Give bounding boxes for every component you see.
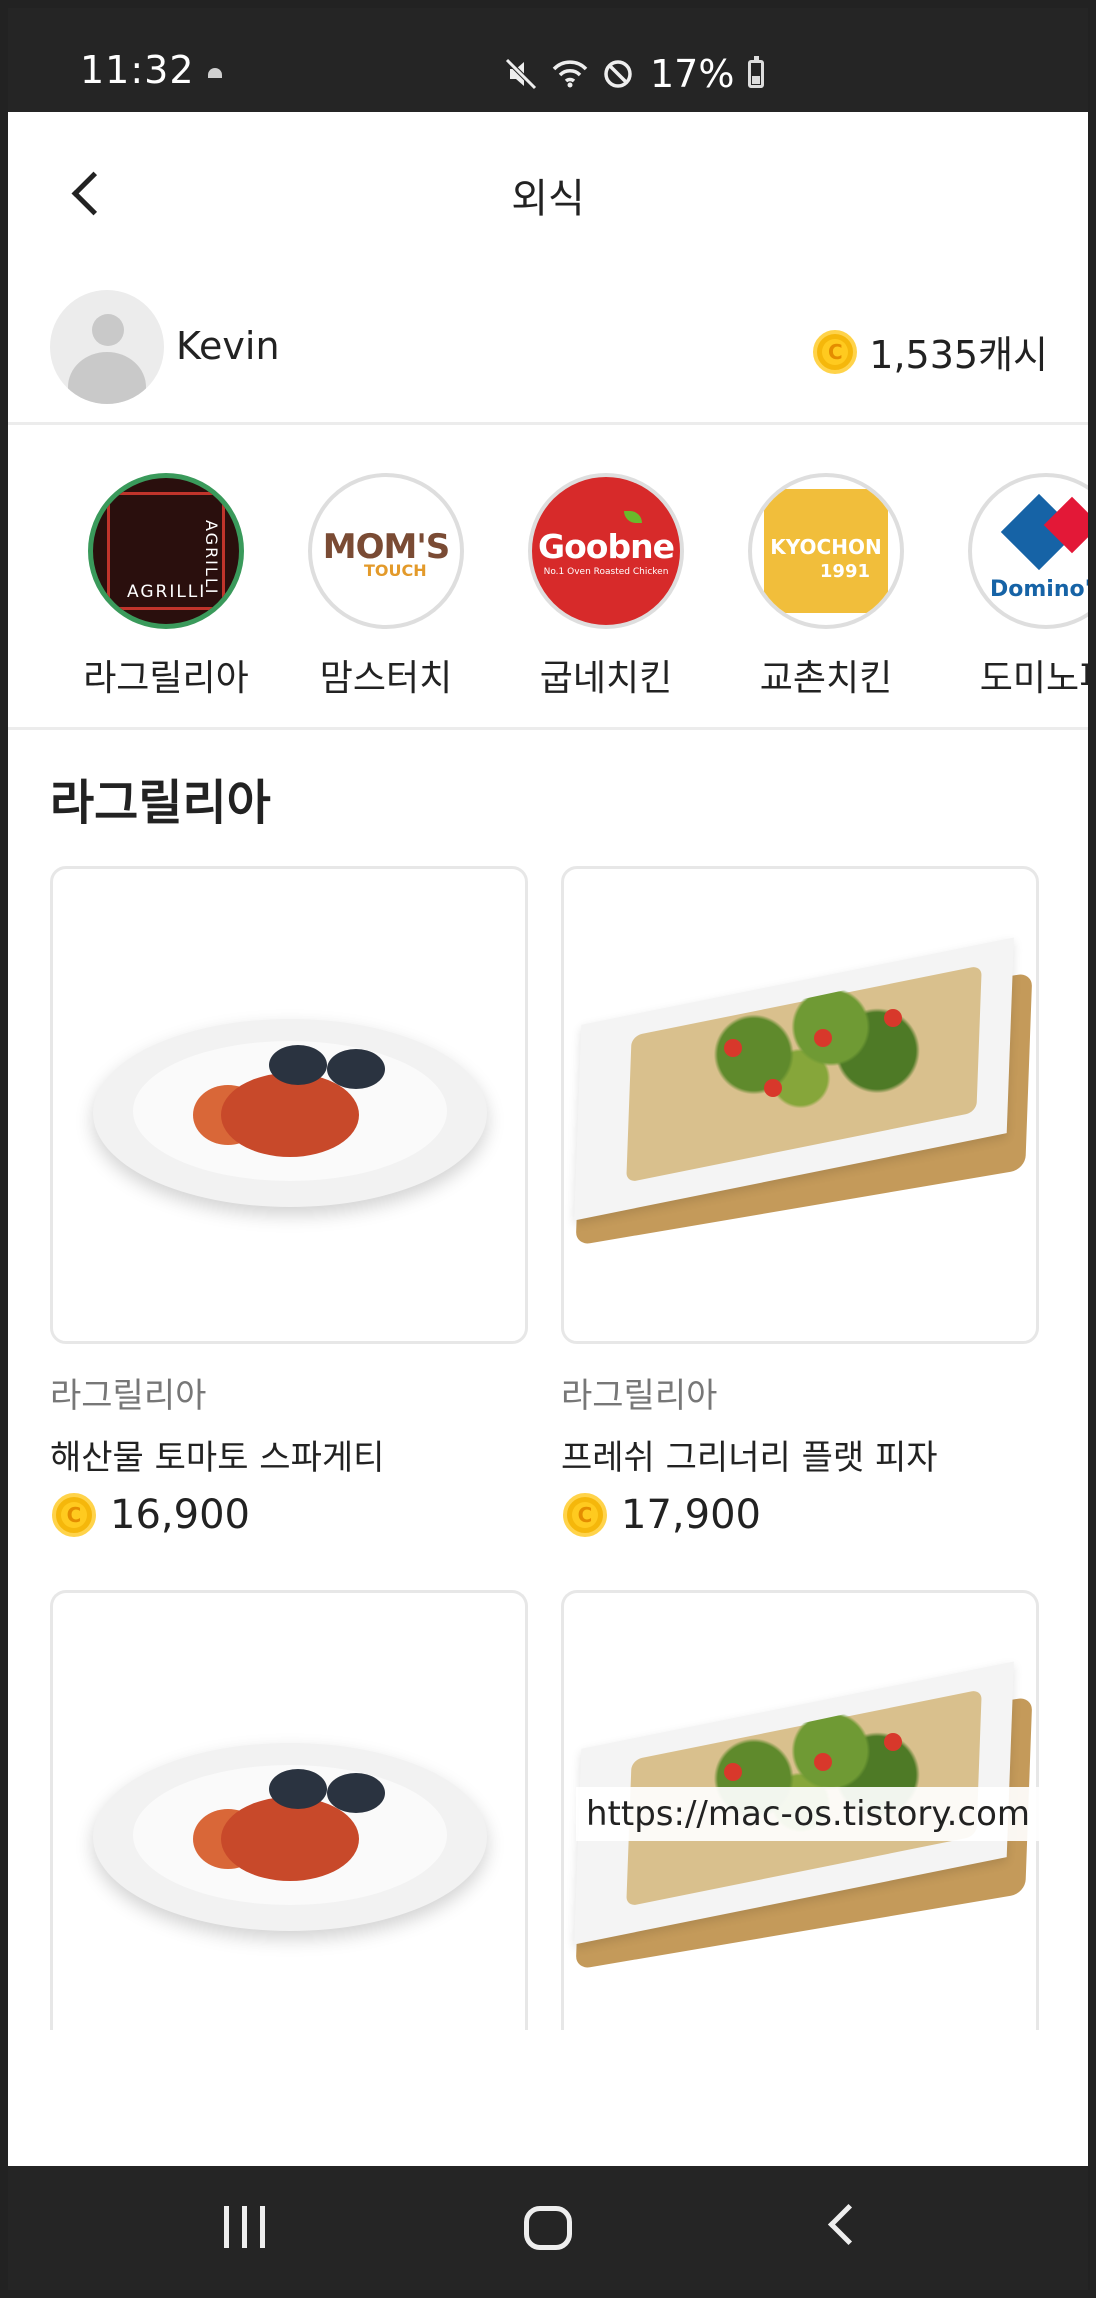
cash-amount: 1,535캐시 xyxy=(869,333,1048,377)
goobne-logo: Goobne No.1 Oven Roasted Chicken xyxy=(528,473,684,629)
mussel xyxy=(269,1045,327,1085)
coin-letter: C xyxy=(822,338,849,365)
coin-letter: C xyxy=(572,1502,598,1528)
pasta xyxy=(221,1797,359,1881)
logo-text-vertical: AGRILLI xyxy=(202,520,221,596)
home-button[interactable] xyxy=(524,2206,572,2250)
battery-percent: 17% xyxy=(650,52,735,96)
product-price: C 16,900 xyxy=(52,1492,250,1538)
coin-icon: C xyxy=(813,329,858,374)
brand-kyochon[interactable]: KYOCHON 1991 교촌치킨 xyxy=(726,473,926,701)
logo-subtext: 1991 xyxy=(819,561,870,582)
avatar-body xyxy=(68,352,146,404)
brand-label: 굽네치킨 xyxy=(539,658,673,699)
seafood-pasta-image xyxy=(93,1019,487,1207)
mussel xyxy=(327,1773,385,1813)
mussel xyxy=(269,1769,327,1809)
product-name[interactable]: 해산물 토마토 스파게티 xyxy=(50,1430,384,1479)
notification-icon xyxy=(208,68,222,78)
recent-bar xyxy=(224,2206,229,2248)
product-price: C 17,900 xyxy=(563,1492,761,1538)
do-not-disturb-icon xyxy=(604,60,632,88)
coin-icon: C xyxy=(563,1493,607,1537)
section-title: 라그릴리아 xyxy=(50,775,271,831)
pasta xyxy=(221,1073,359,1157)
product-brand: 라그릴리아 xyxy=(50,1376,207,1416)
tomato xyxy=(724,1763,742,1781)
tomato xyxy=(764,1079,782,1097)
watermark: https://mac-os.tistory.com xyxy=(576,1787,1088,1841)
tomato xyxy=(814,1029,832,1047)
brand-momstouch[interactable]: MOM'S TOUCH 맘스터치 xyxy=(286,473,486,701)
mute-icon xyxy=(505,58,537,90)
recent-bar xyxy=(242,2206,247,2248)
app-frame: 11:32 17% 외식 Kevin C 1,535캐시 AGRILLI AGR… xyxy=(8,8,1088,2290)
price-amount: 16,900 xyxy=(110,1492,250,1538)
brand-label: 맘스터치 xyxy=(319,658,453,699)
brand-carousel[interactable]: AGRILLI AGRILLI 라그릴리아 MOM'S TOUCH 맘스터치 G… xyxy=(8,425,1088,730)
kyochon-logo: KYOCHON 1991 xyxy=(748,473,904,629)
avatar[interactable] xyxy=(50,290,164,404)
logo-text: KYOCHON xyxy=(770,535,882,559)
wifi-icon xyxy=(552,60,588,88)
logo-subtext: TOUCH xyxy=(364,561,427,580)
tomato xyxy=(884,1733,902,1751)
status-icons: 17% xyxy=(504,52,765,96)
logo-subtext: No.1 Oven Roasted Chicken xyxy=(543,567,669,577)
recent-bar xyxy=(260,2206,265,2248)
tomato xyxy=(884,1009,902,1027)
page-title: 외식 xyxy=(511,176,585,222)
system-nav-bar xyxy=(8,2166,1088,2290)
logo-text: Domino's xyxy=(990,577,1088,602)
product-name[interactable]: 프레쉬 그리너리 플랫 피자 xyxy=(561,1430,938,1479)
price-amount: 17,900 xyxy=(621,1492,761,1538)
username: Kevin xyxy=(176,324,280,368)
brand-dominos[interactable]: Domino's 도미노피 xyxy=(946,473,1088,701)
avatar-head xyxy=(92,314,124,346)
product-card-image[interactable] xyxy=(50,866,528,1344)
brand-goobne[interactable]: Goobne No.1 Oven Roasted Chicken 굽네치킨 xyxy=(506,473,706,701)
profile-row: Kevin C 1,535캐시 xyxy=(8,272,1088,425)
logo-text: Goobne xyxy=(538,527,675,566)
coin-icon: C xyxy=(52,1493,96,1537)
momstouch-logo: MOM'S TOUCH xyxy=(308,473,464,629)
product-brand: 라그릴리아 xyxy=(561,1376,718,1416)
coin-letter: C xyxy=(61,1502,87,1528)
status-bar: 11:32 17% xyxy=(8,8,1088,112)
tomato xyxy=(724,1039,742,1057)
app-header: 외식 xyxy=(8,112,1088,272)
recent-apps-button[interactable] xyxy=(224,2206,268,2248)
dominos-logo: Domino's xyxy=(968,473,1088,629)
leaf-icon xyxy=(624,511,642,523)
product-card-image[interactable] xyxy=(561,866,1039,1344)
seafood-pasta-image xyxy=(93,1743,487,1931)
mussel xyxy=(327,1049,385,1089)
tomato xyxy=(814,1753,832,1771)
brand-lagrillia[interactable]: AGRILLI AGRILLI 라그릴리아 xyxy=(66,473,266,701)
brand-label: 도미노피 xyxy=(979,658,1088,699)
lagrillia-logo: AGRILLI AGRILLI xyxy=(88,473,244,629)
list-bottom-area xyxy=(8,2030,1088,2166)
brand-label: 교촌치킨 xyxy=(759,658,893,699)
status-time: 11:32 xyxy=(80,48,195,92)
cash-balance: C 1,535캐시 xyxy=(813,324,1048,379)
brand-label: 라그릴리아 xyxy=(83,658,249,699)
battery-icon xyxy=(748,56,765,88)
system-back-button[interactable] xyxy=(827,2203,870,2246)
logo-text: AGRILLI xyxy=(127,582,207,602)
